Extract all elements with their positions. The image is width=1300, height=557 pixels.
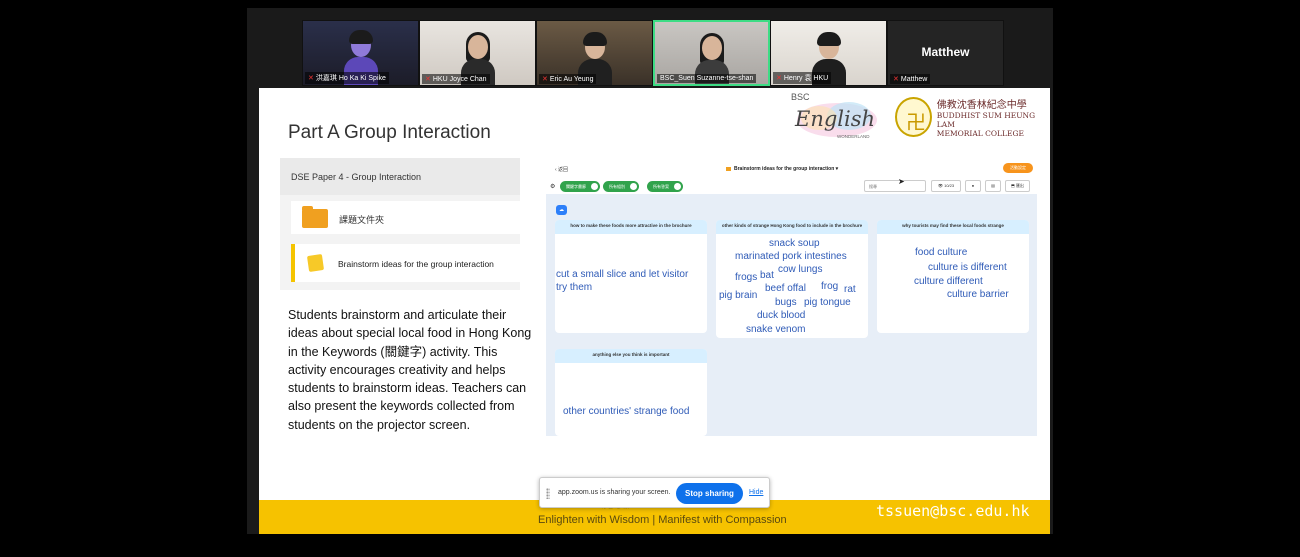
view-toggle[interactable]: ☁ ≡ bbox=[556, 198, 582, 231]
participant-tile[interactable]: Matthew ✕ Matthew bbox=[887, 20, 1004, 86]
muted-mic-icon: ✕ bbox=[542, 76, 548, 83]
keyword[interactable]: try them bbox=[556, 282, 592, 293]
muted-mic-icon: ✕ bbox=[425, 76, 431, 83]
school-name-en-1: BUDDHIST SUM HEUNG LAM bbox=[936, 111, 1036, 129]
keyword[interactable]: rat bbox=[844, 284, 856, 295]
keyword[interactable]: cow lungs bbox=[778, 264, 822, 275]
drag-handle-icon[interactable] bbox=[546, 488, 550, 499]
slide-description: Students brainstorm and articulate their… bbox=[288, 308, 532, 432]
course-panel: DSE Paper 4 - Group Interaction 課題文件夾 Br… bbox=[280, 158, 520, 290]
keyword-board: ‹ 返回 Brainstorm ideas for the group inte… bbox=[546, 160, 1037, 436]
hide-link[interactable]: Hide bbox=[749, 489, 763, 496]
school-logo: 卍 佛教沈香林紀念中學 BUDDHIST SUM HEUNG LAM MEMOR… bbox=[895, 94, 1045, 140]
keyword[interactable]: food culture bbox=[915, 247, 967, 258]
keyword[interactable]: culture is different bbox=[928, 262, 1007, 273]
keyword[interactable]: duck blood bbox=[757, 310, 805, 321]
chip-toggle-icon bbox=[674, 183, 681, 190]
filter-chip[interactable]: 關鍵字畫廊 bbox=[560, 181, 600, 192]
column-header: how to make these foods more attractive … bbox=[555, 220, 707, 234]
sticky-note-icon bbox=[306, 254, 325, 272]
keyword-column: anything else you think is important bbox=[555, 349, 707, 436]
folder-icon bbox=[726, 166, 731, 171]
stop-sharing-button[interactable]: Stop sharing bbox=[676, 483, 743, 504]
cloud-icon[interactable]: ☁ bbox=[556, 205, 567, 215]
participant-tile[interactable]: ✕ Eric Au Yeung bbox=[536, 20, 653, 86]
muted-mic-icon: ✕ bbox=[308, 75, 314, 82]
activity-settings-button[interactable]: 活動設定 bbox=[1003, 163, 1033, 173]
search-input[interactable]: 搜尋⌕ bbox=[864, 180, 937, 192]
column-header: why tourists may find these local foods … bbox=[877, 220, 1029, 234]
bsc-logo-top: BSC bbox=[791, 92, 810, 102]
chip-toggle-icon bbox=[591, 183, 598, 190]
participant-name: Matthew bbox=[900, 76, 928, 83]
keyword[interactable]: bugs bbox=[775, 297, 797, 308]
keyword[interactable]: frogs bbox=[735, 272, 757, 283]
keyword[interactable]: frog bbox=[821, 281, 838, 292]
keyword[interactable]: pig tongue bbox=[804, 297, 851, 308]
keyword[interactable]: snack soup bbox=[769, 238, 820, 249]
participant-tile[interactable]: ✕ 洪嘉琪 Ho Ka Ki Spike bbox=[302, 20, 419, 86]
layout-button[interactable]: ▤ bbox=[985, 180, 1001, 192]
participant-name: Eric Au Yeung bbox=[549, 76, 594, 83]
footer-email: tssuen@bsc.edu.hk bbox=[876, 502, 1030, 520]
panel-header: DSE Paper 4 - Group Interaction bbox=[291, 172, 422, 182]
column-header: other kinds of strange Hong Kong food to… bbox=[716, 220, 868, 234]
participant-name: HKU Joyce Chan bbox=[432, 76, 487, 83]
keyword[interactable]: beef offal bbox=[765, 283, 806, 294]
back-link[interactable]: ‹ 返回 bbox=[555, 166, 568, 173]
participant-video-off-name: Matthew bbox=[921, 45, 970, 59]
keyword[interactable]: marinated pork intestines bbox=[735, 251, 847, 262]
participant-name: 洪嘉琪 Ho Ka Ki Spike bbox=[315, 75, 386, 82]
board-title: Brainstorm ideas for the group interacti… bbox=[734, 166, 835, 172]
participant-name: Henry 袁 HKU bbox=[783, 75, 829, 82]
muted-mic-icon: ✕ bbox=[893, 76, 899, 83]
muted-mic-icon: ✕ bbox=[776, 75, 782, 82]
column-header: anything else you think is important bbox=[555, 349, 707, 363]
keyword[interactable]: pig brain bbox=[719, 290, 757, 301]
share-message: app.zoom.us is sharing your screen. bbox=[558, 489, 671, 496]
keyword[interactable]: snake venom bbox=[746, 324, 805, 335]
participant-tile-active-speaker[interactable]: BSC_Suen Suzanne-tse-shan bbox=[653, 20, 770, 86]
shared-screen-slide: Part A Group Interaction BSC English WON… bbox=[259, 88, 1050, 534]
chip-toggle-icon bbox=[630, 183, 637, 190]
participant-name: BSC_Suen Suzanne-tse-shan bbox=[660, 75, 754, 82]
school-name-en-2: MEMORIAL COLLEGE bbox=[936, 129, 1024, 138]
school-crest-icon: 卍 bbox=[895, 97, 932, 137]
bsc-logo-sub: WONDERLAND bbox=[837, 134, 870, 139]
screen-share-bar[interactable]: app.zoom.us is sharing your screen. Stop… bbox=[539, 477, 770, 508]
filter-chip[interactable]: 所有答案 bbox=[647, 181, 683, 192]
keyword[interactable]: culture barrier bbox=[947, 289, 1009, 300]
participant-gallery: ✕ 洪嘉琪 Ho Ka Ki Spike ✕ HKU Joyce Chan ✕ Eri… bbox=[302, 20, 1006, 86]
keyword[interactable]: cut a small slice and let visitor bbox=[556, 269, 688, 280]
participant-tile[interactable]: ✕ HKU Joyce Chan bbox=[419, 20, 536, 86]
task-label: Brainstorm ideas for the group interacti… bbox=[338, 259, 494, 269]
zoom-window: ✕ 洪嘉琪 Ho Ka Ki Spike ✕ HKU Joyce Chan ✕ Eri… bbox=[0, 0, 1300, 557]
folder-label: 課題文件夾 bbox=[339, 215, 385, 225]
task-item[interactable]: Brainstorm ideas for the group interacti… bbox=[291, 244, 520, 282]
keyword[interactable]: culture different bbox=[914, 276, 983, 287]
export-button[interactable]: ⬒ 匯出 bbox=[1005, 180, 1030, 192]
keyword[interactable]: bat bbox=[760, 270, 774, 281]
mouse-cursor-icon: ➤ bbox=[898, 177, 905, 186]
bsc-english-wonderland-logo: BSC English WONDERLAND bbox=[791, 92, 877, 139]
slide-title: Part A Group Interaction bbox=[288, 122, 491, 143]
bsc-logo-main: English bbox=[794, 107, 875, 131]
keyword[interactable]: other countries' strange food bbox=[563, 406, 689, 417]
footer-motto: Enlighten with Wisdom | Manifest with Co… bbox=[538, 514, 787, 526]
filter-chip[interactable]: 所有組別 bbox=[603, 181, 639, 192]
participant-tile[interactable]: ✕ Henry 袁 HKU bbox=[770, 20, 887, 86]
shuffle-button[interactable]: ● bbox=[965, 180, 981, 192]
gear-icon[interactable]: ⚙ bbox=[550, 183, 555, 190]
folder-item[interactable]: 課題文件夾 bbox=[291, 201, 520, 234]
folder-icon bbox=[302, 206, 328, 228]
school-name-zh: 佛教沈香林紀念中學 bbox=[936, 100, 1027, 111]
count-button[interactable]: 👁 10/23 bbox=[931, 180, 961, 192]
